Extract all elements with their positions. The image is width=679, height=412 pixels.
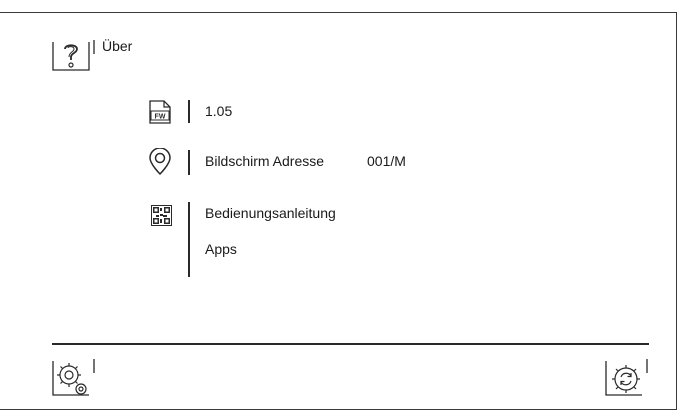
- qr-code-icon[interactable]: [151, 205, 172, 226]
- apps-link[interactable]: Apps: [205, 241, 237, 257]
- footer-divider: [52, 343, 649, 345]
- location-pin-icon: [147, 147, 173, 176]
- screen-address-value: 001/M: [367, 153, 406, 169]
- manual-link[interactable]: Bedienungsanleitung: [205, 205, 336, 221]
- firmware-file-icon: FW: [148, 100, 172, 124]
- screen-address-label: Bildschirm Adresse: [205, 153, 325, 169]
- separator: [188, 150, 190, 175]
- settings-refresh-icon: [605, 359, 648, 396]
- svg-text:FW: FW: [155, 114, 166, 121]
- settings-button[interactable]: [52, 358, 96, 398]
- separator: [188, 202, 190, 277]
- settings-refresh-button[interactable]: [605, 358, 649, 398]
- help-button[interactable]: [52, 39, 96, 71]
- settings-gears-icon: [52, 359, 95, 396]
- screen-frame: [0, 12, 677, 410]
- page-title: Über: [102, 38, 133, 54]
- question-mark-icon: [52, 40, 95, 71]
- firmware-version: 1.05: [205, 103, 233, 119]
- separator: [188, 100, 190, 123]
